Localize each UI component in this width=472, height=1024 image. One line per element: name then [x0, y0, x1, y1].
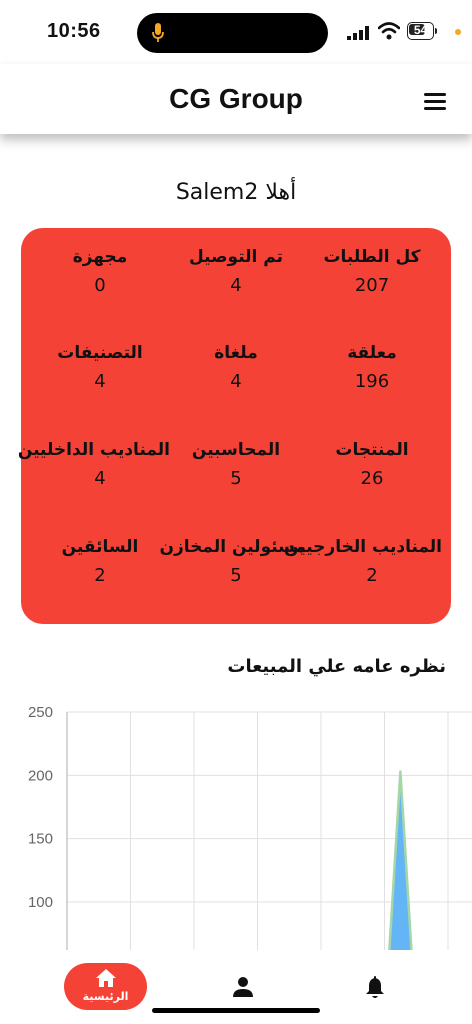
stat-value: 0 — [94, 275, 106, 296]
y-tick-label: 100 — [28, 894, 53, 911]
bell-icon[interactable] — [364, 976, 386, 1000]
stat-external-reps[interactable]: المناديب الخارجيين 2 — [283, 537, 442, 586]
home-indicator — [152, 1008, 320, 1013]
dynamic-island — [137, 13, 328, 53]
person-icon[interactable] — [232, 976, 254, 998]
stat-label: السائقين — [61, 537, 139, 557]
y-tick-label: 250 — [28, 704, 53, 721]
stat-products[interactable]: المنتجات 26 — [302, 440, 442, 489]
sales-chart-svg: 250 200 150 100 — [28, 704, 472, 950]
status-bar: 10:56 54 — [0, 0, 472, 64]
stat-all-orders[interactable]: كل الطلبات 207 — [302, 247, 442, 296]
stat-drivers[interactable]: السائقين 2 — [30, 537, 170, 586]
stat-value: 2 — [94, 565, 106, 586]
y-tick-label: 200 — [28, 767, 53, 784]
stat-cancelled[interactable]: ملغاة 4 — [166, 343, 306, 392]
stat-label: التصنيفات — [57, 343, 143, 363]
stat-label: كل الطلبات — [323, 247, 421, 267]
battery-level: 54 — [413, 23, 428, 37]
stat-delivered[interactable]: تم التوصيل 4 — [166, 247, 306, 296]
app-bar: CG Group — [0, 64, 472, 134]
nav-home-label: الرئيسية — [82, 990, 129, 1003]
stat-warehouse-managers[interactable]: مسئولين المخازن 5 — [159, 537, 306, 586]
sales-chart: 250 200 150 100 — [0, 690, 472, 950]
privacy-indicator — [455, 29, 461, 35]
stat-pending[interactable]: معلقة 196 — [302, 343, 442, 392]
stat-value: 26 — [360, 468, 384, 489]
signal-icon — [347, 26, 369, 40]
y-tick-label: 150 — [28, 831, 53, 848]
hamburger-menu-icon[interactable] — [424, 90, 448, 110]
wifi-icon — [378, 22, 400, 40]
stat-value: 4 — [94, 371, 106, 392]
stats-card: كل الطلبات 207 تم التوصيل 4 مجهزة 0 معلق… — [17, 228, 451, 624]
stat-value: 5 — [230, 565, 242, 586]
stat-value: 2 — [366, 565, 378, 586]
series-area-0 — [388, 770, 413, 950]
stat-label: ملغاة — [214, 343, 258, 363]
stat-value: 4 — [230, 275, 242, 296]
battery-icon: 54 — [407, 22, 437, 40]
stat-label: تم التوصيل — [189, 247, 283, 267]
stat-value: 5 — [230, 468, 242, 489]
stat-value: 196 — [354, 371, 390, 392]
stat-value: 207 — [354, 275, 390, 296]
stat-label: المناديب الداخليين — [17, 440, 170, 460]
stat-prepared[interactable]: مجهزة 0 — [30, 247, 170, 296]
stat-label: معلقة — [347, 343, 397, 363]
status-time: 10:56 — [47, 20, 101, 42]
stat-label: المنتجات — [335, 440, 409, 460]
microphone-icon — [152, 23, 164, 42]
stat-categories[interactable]: التصنيفات 4 — [30, 343, 170, 392]
stat-internal-reps[interactable]: المناديب الداخليين 4 — [17, 440, 170, 489]
app-title: CG Group — [169, 83, 303, 114]
stat-label: المناديب الخارجيين — [283, 537, 442, 557]
greeting-text: أهلا Salem2 — [175, 180, 297, 205]
chart-title: نظره عامه علي المبيعات — [227, 656, 446, 677]
nav-home-button[interactable]: الرئيسية — [64, 963, 147, 1010]
bottom-nav: الرئيسية — [0, 950, 472, 1024]
home-icon — [96, 969, 116, 987]
stat-value: 4 — [230, 371, 242, 392]
stat-label: المحاسبين — [191, 440, 281, 460]
stat-label: مجهزة — [72, 247, 128, 267]
stat-accountants[interactable]: المحاسبين 5 — [166, 440, 306, 489]
stat-label: مسئولين المخازن — [159, 537, 306, 557]
stat-value: 4 — [94, 468, 106, 489]
